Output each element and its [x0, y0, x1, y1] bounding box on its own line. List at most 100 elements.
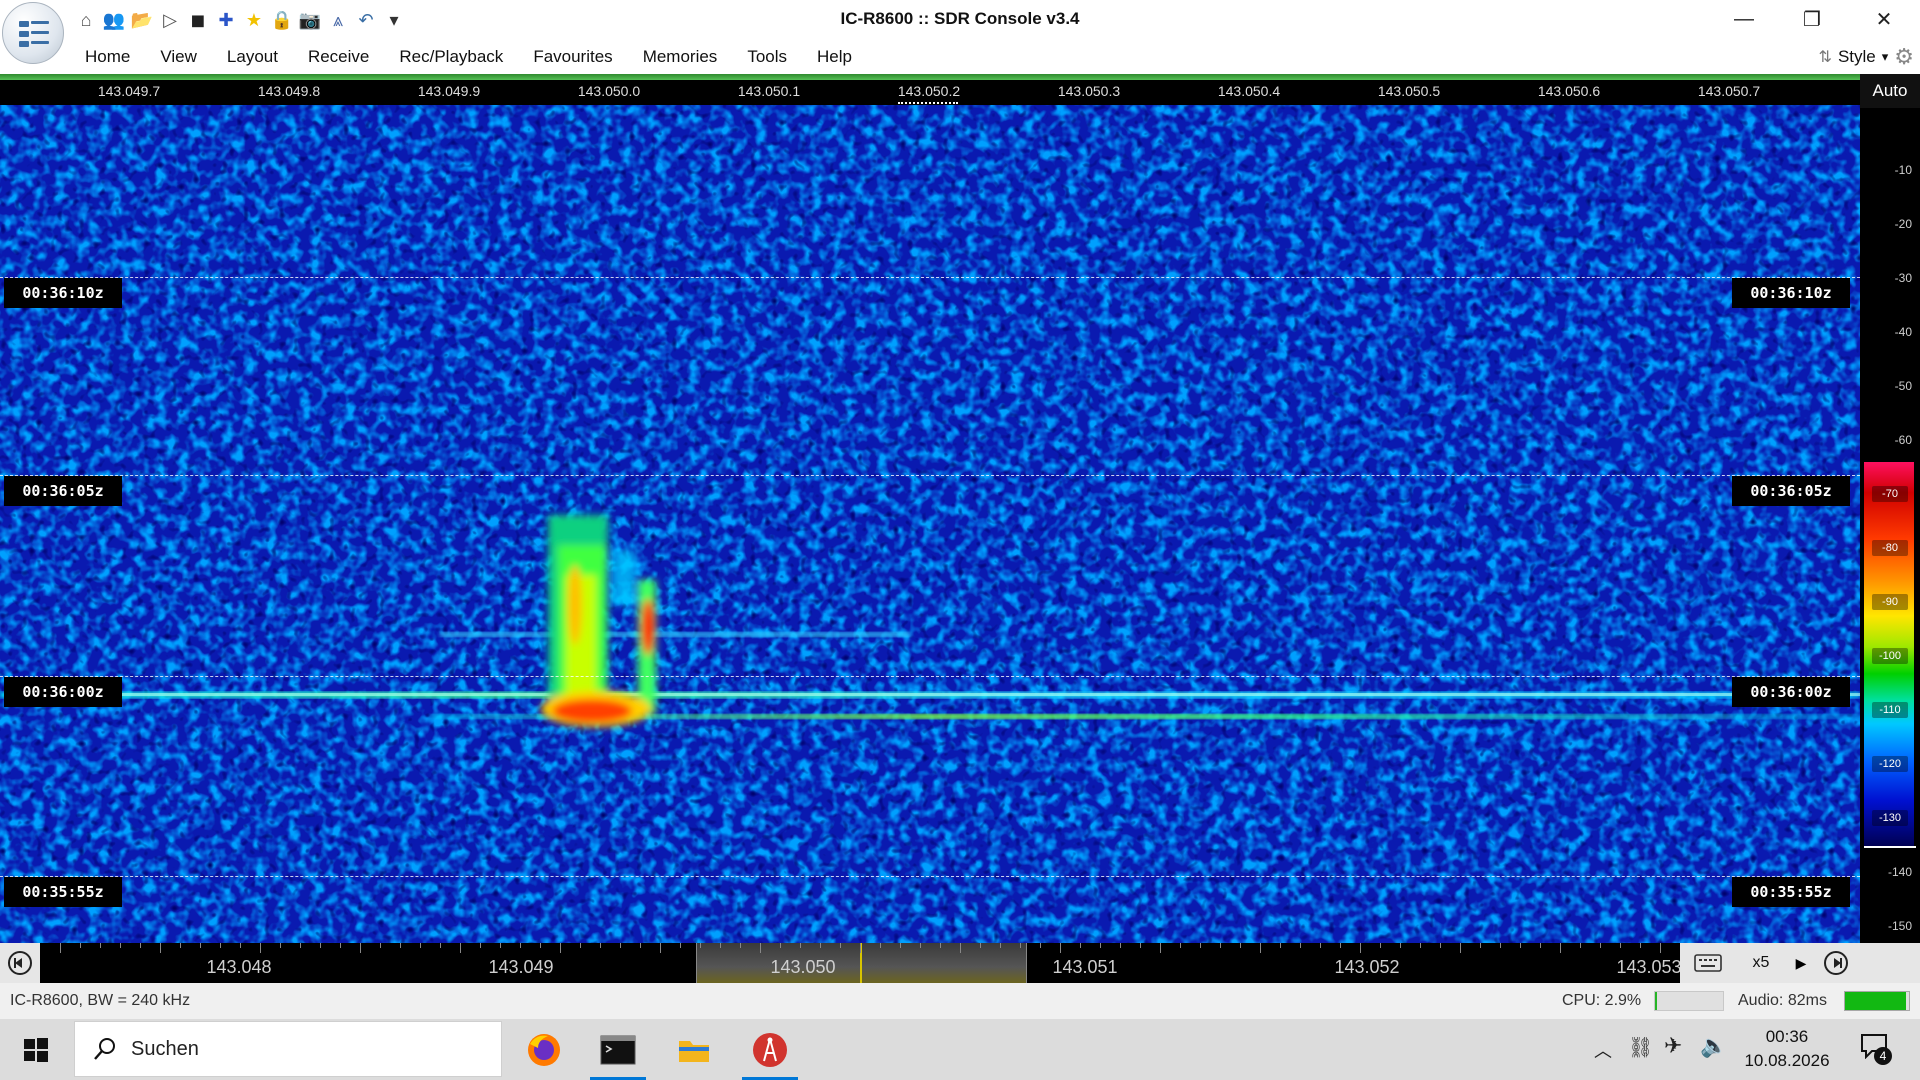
auto-scale-button[interactable]: Auto — [1860, 74, 1920, 108]
band-frequency-label: 143.051 — [1052, 957, 1118, 977]
taskbar-terminal[interactable] — [582, 1019, 654, 1080]
start-button[interactable] — [0, 1019, 72, 1080]
band-tick — [440, 943, 441, 948]
waterfall-display[interactable]: 00:36:10z 00:36:10z 00:36:05z 00:36:05z 00:3… — [0, 105, 1860, 943]
tuned-frequency-marker — [898, 102, 958, 104]
band-tick — [1180, 943, 1181, 948]
audio-latency: Audio: 82ms — [1738, 992, 1827, 1009]
clock[interactable]: 00:36 10.08.2026 — [1732, 1025, 1842, 1073]
band-overview[interactable]: 143.048 143.049 143.050 143.051 143.052 143.0… — [40, 943, 1680, 983]
style-dropdown-icon[interactable]: ▾ — [1882, 49, 1889, 65]
band-tick — [340, 943, 341, 948]
band-tick — [140, 943, 141, 948]
zoom-next-button[interactable]: ▶ — [1786, 955, 1816, 972]
menu-item-favourites[interactable]: Favourites — [518, 40, 627, 74]
band-tick — [1160, 943, 1161, 953]
taskbar-firefox[interactable] — [508, 1019, 580, 1080]
add-circle-icon[interactable]: ✚ — [214, 8, 238, 32]
scroll-left-icon — [8, 951, 32, 975]
users-icon[interactable]: 👥 — [102, 8, 126, 32]
menu-item-view[interactable]: View — [145, 40, 212, 74]
scale-label: -140 — [1887, 865, 1912, 879]
play-icon[interactable]: ▷ — [158, 8, 182, 32]
band-tick — [1420, 943, 1421, 948]
band-tick — [240, 943, 241, 948]
audio-meter — [1844, 991, 1910, 1011]
frequency-ruler-label: 143.049.8 — [257, 83, 321, 99]
band-tick — [940, 943, 941, 948]
menu-item-help[interactable]: Help — [802, 40, 867, 74]
notification-center-button[interactable]: 4 — [1856, 1031, 1896, 1067]
star-icon[interactable]: ★ — [242, 8, 266, 32]
title-bar: ⌂ 👥 📂 ▷ ◼ ✚ ★ 🔒 📷 ⩓ ↶ ▾ IC-R8600 :: SDR Console v3.… — [0, 0, 1920, 40]
firefox-icon — [528, 1033, 560, 1066]
settings-gear-icon[interactable]: ⚙ — [1894, 44, 1914, 70]
customize-dropdown-icon[interactable]: ▾ — [382, 8, 406, 32]
style-switch-icon[interactable]: ⇅ — [1819, 47, 1832, 67]
noise-floor-marker[interactable] — [1864, 846, 1916, 848]
band-frequency-label: 143.053 — [1616, 957, 1680, 977]
band-tick — [1520, 943, 1521, 948]
restore-button[interactable]: ❐ — [1778, 0, 1846, 38]
camera-icon[interactable]: 📷 — [298, 8, 322, 32]
menu-item-layout[interactable]: Layout — [212, 40, 293, 74]
antenna-icon[interactable]: ⩓ — [326, 8, 350, 32]
time-label-right: 00:35:55z — [1732, 877, 1850, 907]
band-frequency-label: 143.050 — [770, 957, 836, 977]
airplane-mode-icon[interactable]: ✈ — [1664, 1033, 1682, 1059]
band-tick — [260, 943, 261, 953]
application-menu-button[interactable] — [2, 2, 64, 64]
band-tick — [740, 943, 741, 948]
band-frequency-label: 143.049 — [488, 957, 554, 977]
scale-label-on-colorbar: -100 — [1872, 648, 1908, 664]
taskbar-file-explorer[interactable] — [658, 1019, 730, 1080]
tray-overflow-icon[interactable]: ︿ — [1594, 1037, 1612, 1063]
band-tick — [320, 943, 321, 948]
band-tick — [660, 943, 661, 953]
taskbar-sdr-console[interactable] — [734, 1019, 806, 1080]
frequency-ruler[interactable]: 143.049.7 143.049.8 143.049.9 143.050.0 143.… — [0, 80, 1860, 105]
band-tick — [1220, 943, 1221, 948]
scale-label-on-colorbar: -110 — [1872, 702, 1908, 718]
scroll-right-button[interactable] — [1816, 943, 1856, 983]
scroll-left-button[interactable] — [0, 943, 40, 983]
keyboard-button[interactable] — [1680, 943, 1736, 983]
menu-item-tools[interactable]: Tools — [732, 40, 802, 74]
band-tick — [860, 943, 861, 953]
stop-icon[interactable]: ◼ — [186, 8, 210, 32]
band-tick — [840, 943, 841, 948]
undo-icon[interactable]: ↶ — [354, 8, 378, 32]
band-tick — [1360, 943, 1361, 953]
scale-label: -60 — [1894, 433, 1912, 447]
frequency-ruler-label: 143.050.0 — [577, 83, 641, 99]
style-menu-button[interactable]: Style — [1838, 47, 1876, 67]
zoom-factor[interactable]: x5 — [1736, 954, 1786, 972]
scale-label: -40 — [1894, 325, 1912, 339]
band-tick — [980, 943, 981, 948]
folder-icon[interactable]: 📂 — [130, 8, 154, 32]
menu-item-receive[interactable]: Receive — [293, 40, 384, 74]
band-span-edge — [696, 943, 697, 983]
time-label-left: 00:36:00z — [4, 677, 122, 707]
menu-item-memories[interactable]: Memories — [628, 40, 733, 74]
network-icon[interactable]: ⛓ — [1628, 1035, 1653, 1060]
color-scale-bar[interactable]: -70 -80 -90 -100 -110 -120 -130 — [1864, 462, 1914, 847]
cpu-meter-fill — [1655, 992, 1657, 1010]
volume-icon[interactable]: 🔈 — [1700, 1033, 1727, 1059]
frequency-ruler-label: 143.050.7 — [1697, 83, 1761, 99]
band-tick — [1440, 943, 1441, 948]
frequency-ruler-label: 143.049.9 — [417, 83, 481, 99]
search-icon — [94, 1038, 115, 1060]
sdr-console-icon — [753, 1032, 787, 1067]
lock-icon[interactable]: 🔒 — [270, 8, 294, 32]
band-tick — [720, 943, 721, 948]
menu-item-home[interactable]: Home — [70, 40, 145, 74]
band-tick — [1000, 943, 1001, 948]
taskbar-search[interactable]: Suchen — [74, 1021, 502, 1077]
home-icon[interactable]: ⌂ — [74, 8, 98, 32]
close-button[interactable]: ✕ — [1850, 0, 1918, 38]
menu-item-rec-playback[interactable]: Rec/Playback — [384, 40, 518, 74]
minimize-button[interactable]: — — [1710, 0, 1778, 38]
taskbar: Suchen ︿ ⛓ ✈ 🔈 00:36 10.08.2026 4 — [0, 1019, 1920, 1080]
frequency-ruler-label: 143.050.1 — [737, 83, 801, 99]
